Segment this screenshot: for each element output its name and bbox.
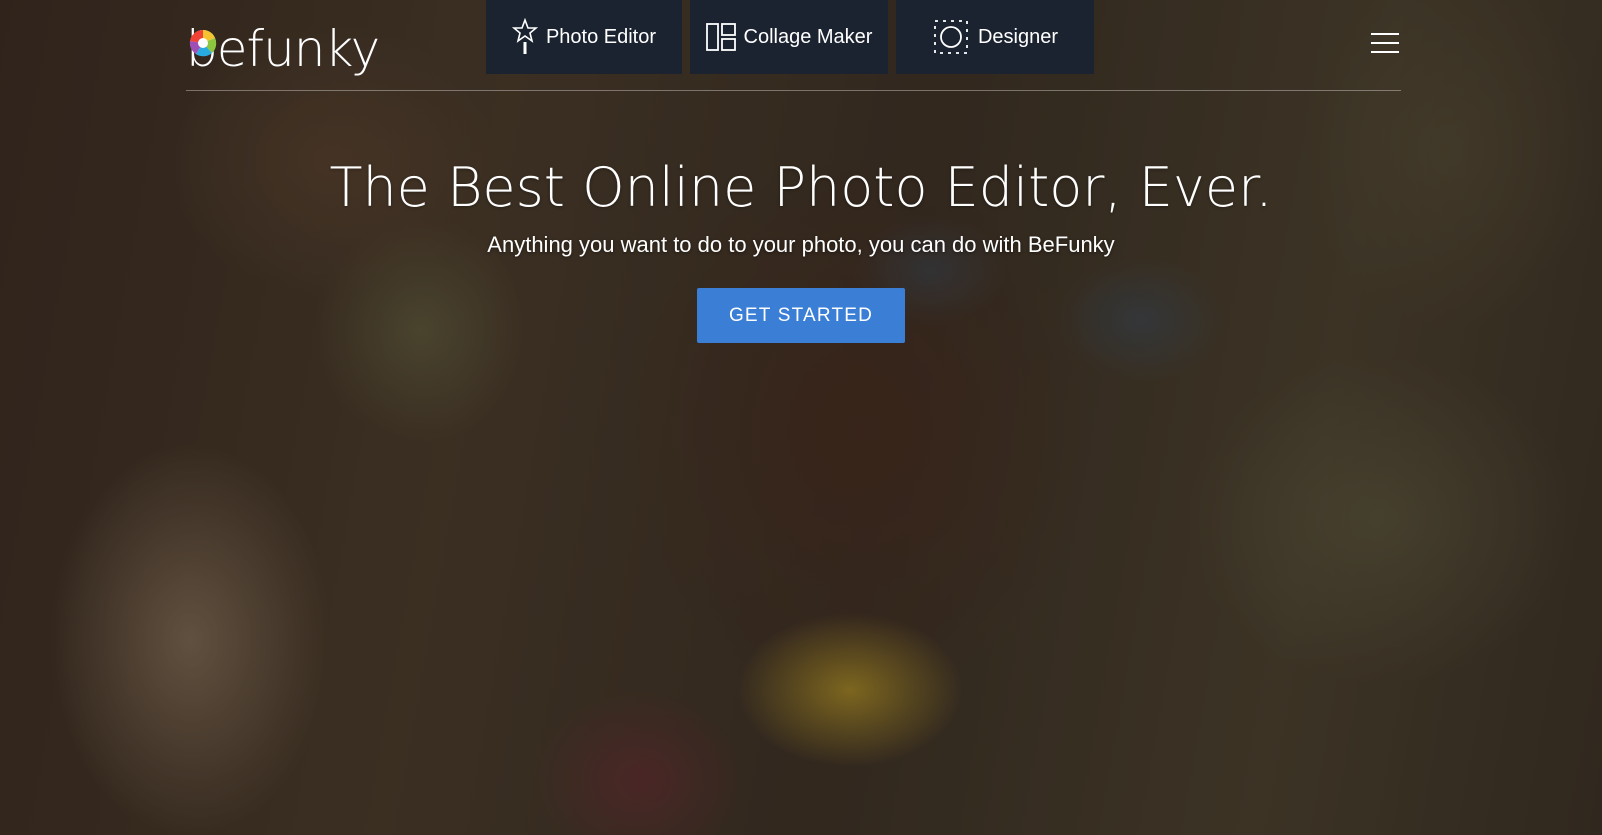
menu-bar bbox=[1371, 42, 1399, 44]
menu-bar bbox=[1371, 51, 1399, 53]
menu-bar bbox=[1371, 33, 1399, 35]
designer-circle-icon bbox=[932, 18, 970, 56]
befunky-logo[interactable]: befunky bbox=[186, 12, 380, 74]
site-header: befunky Photo Editor Collage Maker Desig… bbox=[186, 0, 1401, 91]
page: befunky Photo Editor Collage Maker Desig… bbox=[0, 0, 1602, 835]
main-nav: Photo Editor Collage Maker Designer bbox=[486, 0, 1094, 74]
hero-section: The Best Online Photo Editor, Ever. Anyt… bbox=[0, 150, 1602, 343]
nav-label: Photo Editor bbox=[545, 25, 657, 48]
color-wheel-icon bbox=[189, 29, 217, 57]
nav-photo-editor[interactable]: Photo Editor bbox=[486, 0, 682, 74]
nav-label: Designer bbox=[977, 25, 1059, 48]
hero-subtitle: Anything you want to do to your photo, y… bbox=[487, 232, 1115, 257]
nav-designer[interactable]: Designer bbox=[896, 0, 1094, 74]
hamburger-menu-icon[interactable] bbox=[1371, 33, 1399, 55]
magic-wand-star-icon bbox=[511, 18, 538, 56]
collage-grid-icon bbox=[705, 23, 736, 51]
nav-label: Collage Maker bbox=[743, 25, 873, 48]
hero-overlay bbox=[0, 0, 1602, 835]
nav-collage-maker[interactable]: Collage Maker bbox=[690, 0, 888, 74]
get-started-button[interactable]: GET STARTED bbox=[697, 288, 905, 343]
hero-title: The Best Online Photo Editor, Ever. bbox=[329, 156, 1273, 219]
